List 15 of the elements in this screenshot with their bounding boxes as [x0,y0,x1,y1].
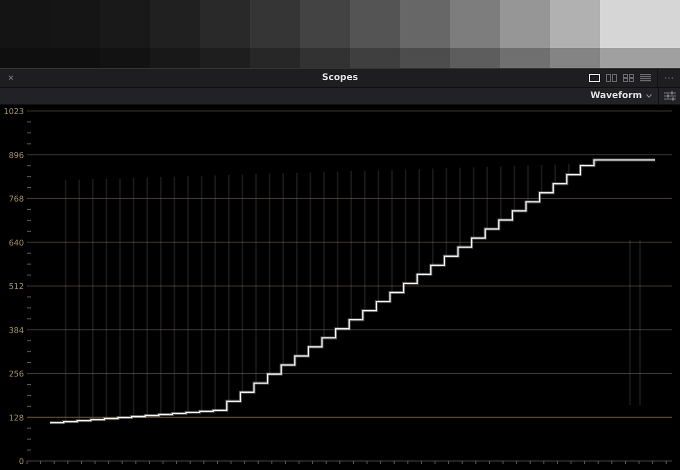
axis-label: 128 [8,413,24,422]
axis-label: 896 [8,150,24,160]
close-button[interactable]: × [2,72,20,84]
axis-label: 1023 [4,107,24,116]
panel-title: Scopes [322,73,358,83]
scope-type-dropdown[interactable]: Waveform [584,91,658,101]
axis-label: 512 [8,282,24,291]
more-button[interactable]: ⋯ [657,69,680,87]
axis-label: 640 [8,238,24,248]
caret-icon [646,94,652,98]
axis-label: 0 [18,457,24,466]
axis-label: 256 [8,370,24,378]
axis-label: 384 [8,326,24,335]
layout-button[interactable] [589,74,600,82]
axis-label: 768 [8,194,24,204]
